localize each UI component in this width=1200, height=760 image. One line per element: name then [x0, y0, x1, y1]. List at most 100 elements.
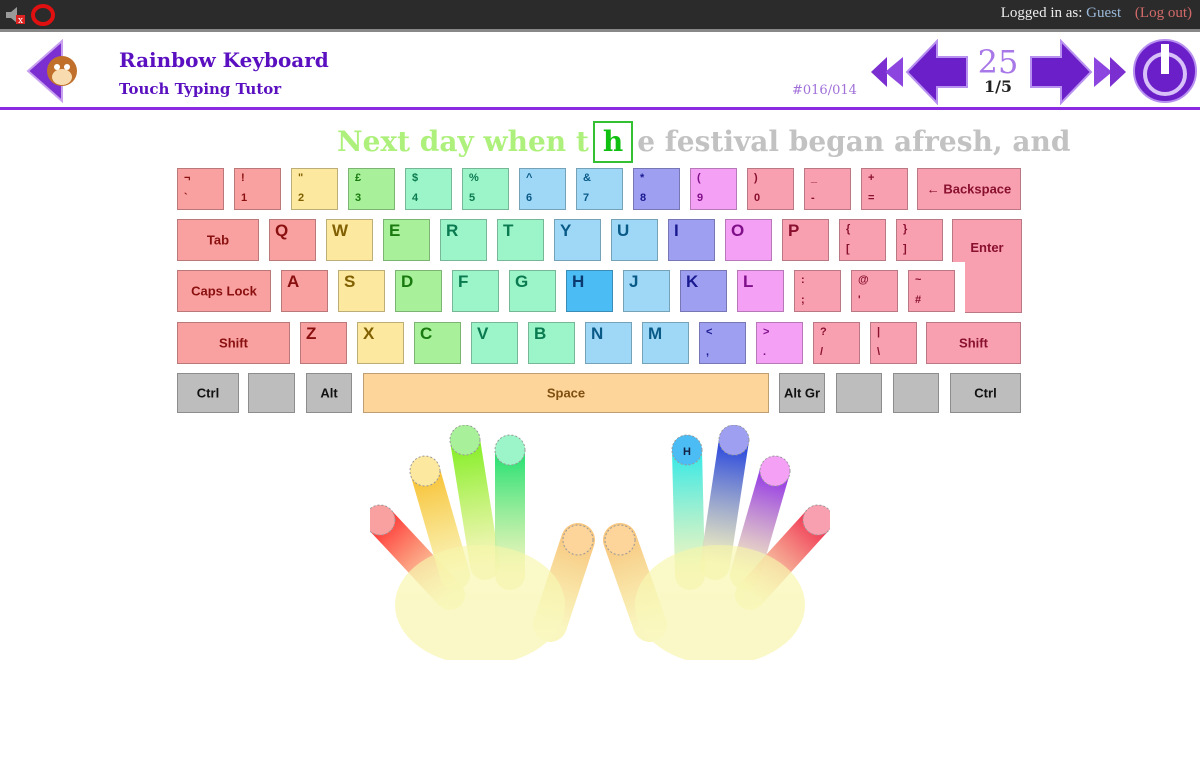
key--[interactable]: _ -: [804, 168, 851, 210]
key-ctrl[interactable]: Ctrl: [950, 373, 1021, 413]
key-label: B: [534, 324, 547, 343]
key-label: J: [629, 272, 639, 291]
key-label: `: [184, 192, 188, 204]
key--[interactable]: ? /: [813, 322, 860, 364]
key-w[interactable]: W: [326, 219, 373, 261]
key-label: 0: [754, 192, 761, 204]
key-label: M: [648, 324, 663, 343]
key-label: R: [446, 221, 459, 240]
key-label: !: [241, 172, 245, 184]
lesson-number: 25: [977, 43, 1019, 81]
exercise-code: #016/014: [792, 83, 857, 98]
key-blank[interactable]: [248, 373, 295, 413]
key--[interactable]: @ ': [851, 270, 898, 312]
key-label: *: [640, 172, 645, 184]
key--[interactable]: }]: [896, 219, 943, 261]
key-c[interactable]: C: [414, 322, 461, 364]
key-d[interactable]: D: [395, 270, 442, 312]
key-k[interactable]: K: [680, 270, 727, 312]
key--[interactable]: + =: [861, 168, 908, 210]
key-f[interactable]: F: [452, 270, 499, 312]
key-label: ?: [820, 326, 827, 338]
key-e[interactable]: E: [383, 219, 430, 261]
user-link[interactable]: Guest: [1086, 5, 1121, 21]
key-r[interactable]: R: [440, 219, 487, 261]
key-tab[interactable]: Tab: [177, 219, 259, 261]
key-7[interactable]: & 7: [576, 168, 623, 210]
key-caps-lock[interactable]: Caps Lock: [177, 270, 271, 312]
key-ctrl[interactable]: Ctrl: [177, 373, 239, 413]
remaining-text: e festival began afresh, and: [637, 125, 1071, 158]
key-4[interactable]: $4: [405, 168, 452, 210]
key-label: Enter: [970, 240, 1004, 255]
key-label: U: [617, 221, 630, 240]
key--[interactable]: <,: [699, 322, 746, 364]
key-1[interactable]: ! 1: [234, 168, 281, 210]
key-label: ]: [903, 243, 907, 255]
key-alt-gr[interactable]: Alt Gr: [779, 373, 825, 413]
key-shift[interactable]: Shift: [926, 322, 1021, 364]
key-label: |: [877, 326, 881, 338]
right-ring-fingertip: [759, 455, 791, 487]
key-label: _: [811, 172, 818, 184]
key-label: \: [877, 346, 881, 358]
key-p[interactable]: P: [782, 219, 829, 261]
key-y[interactable]: Y: [554, 219, 601, 261]
key-o[interactable]: O: [725, 219, 772, 261]
hands-diagram: H: [370, 425, 830, 660]
key-s[interactable]: S: [338, 270, 385, 312]
key-l[interactable]: L: [737, 270, 784, 312]
key-n[interactable]: N: [585, 322, 632, 364]
prev-icon[interactable]: [905, 39, 969, 105]
key-a[interactable]: A: [281, 270, 328, 312]
key-g[interactable]: G: [509, 270, 556, 312]
top-bar: x Logged in as: Guest (Log out): [0, 0, 1200, 32]
first-icon[interactable]: [870, 55, 904, 89]
key--[interactable]: ~ #: [908, 270, 955, 312]
key--[interactable]: >.: [756, 322, 803, 364]
key-q[interactable]: Q: [269, 219, 316, 261]
key-label: 3: [355, 192, 362, 204]
key-j[interactable]: J: [623, 270, 670, 312]
key-label: ): [754, 172, 758, 184]
key-blank[interactable]: [836, 373, 882, 413]
key-t[interactable]: T: [497, 219, 544, 261]
key-b[interactable]: B: [528, 322, 575, 364]
app-title: Rainbow Keyboard: [119, 48, 329, 72]
key-x[interactable]: X: [357, 322, 404, 364]
key-5[interactable]: % 5: [462, 168, 509, 210]
key-alt[interactable]: Alt: [306, 373, 352, 413]
key--backspace[interactable]: ← Backspace: [917, 168, 1021, 210]
key--[interactable]: | \: [870, 322, 917, 364]
key--[interactable]: {[: [839, 219, 886, 261]
key-label: :: [801, 274, 805, 286]
key-0[interactable]: ) 0: [747, 168, 794, 210]
next-icon[interactable]: [1029, 39, 1093, 105]
key-v[interactable]: V: [471, 322, 518, 364]
key-space[interactable]: Space: [363, 373, 769, 413]
key--[interactable]: :;: [794, 270, 841, 312]
key-8[interactable]: * 8: [633, 168, 680, 210]
key-shift[interactable]: Shift: [177, 322, 290, 364]
key-2[interactable]: " 2: [291, 168, 338, 210]
back-mascot-icon[interactable]: [26, 39, 88, 103]
key-label: K: [686, 272, 699, 291]
key-9[interactable]: (9: [690, 168, 737, 210]
right-palm: [635, 545, 805, 660]
logout-link[interactable]: (Log out): [1135, 5, 1192, 21]
key-h[interactable]: H: [566, 270, 613, 312]
key-m[interactable]: M: [642, 322, 689, 364]
key-6[interactable]: ^ 6: [519, 168, 566, 210]
key-i[interactable]: I: [668, 219, 715, 261]
right-middle-fingertip: [718, 425, 750, 456]
key-label: S: [344, 272, 356, 291]
last-icon[interactable]: [1093, 55, 1127, 89]
key-z[interactable]: Z: [300, 322, 347, 364]
power-icon[interactable]: [1132, 38, 1198, 104]
key-blank[interactable]: [893, 373, 939, 413]
key--[interactable]: ¬ `: [177, 168, 224, 210]
left-thumb-fingertip: [562, 524, 594, 556]
key-u[interactable]: U: [611, 219, 658, 261]
key-3[interactable]: £3: [348, 168, 395, 210]
lips-icon[interactable]: [30, 3, 56, 27]
